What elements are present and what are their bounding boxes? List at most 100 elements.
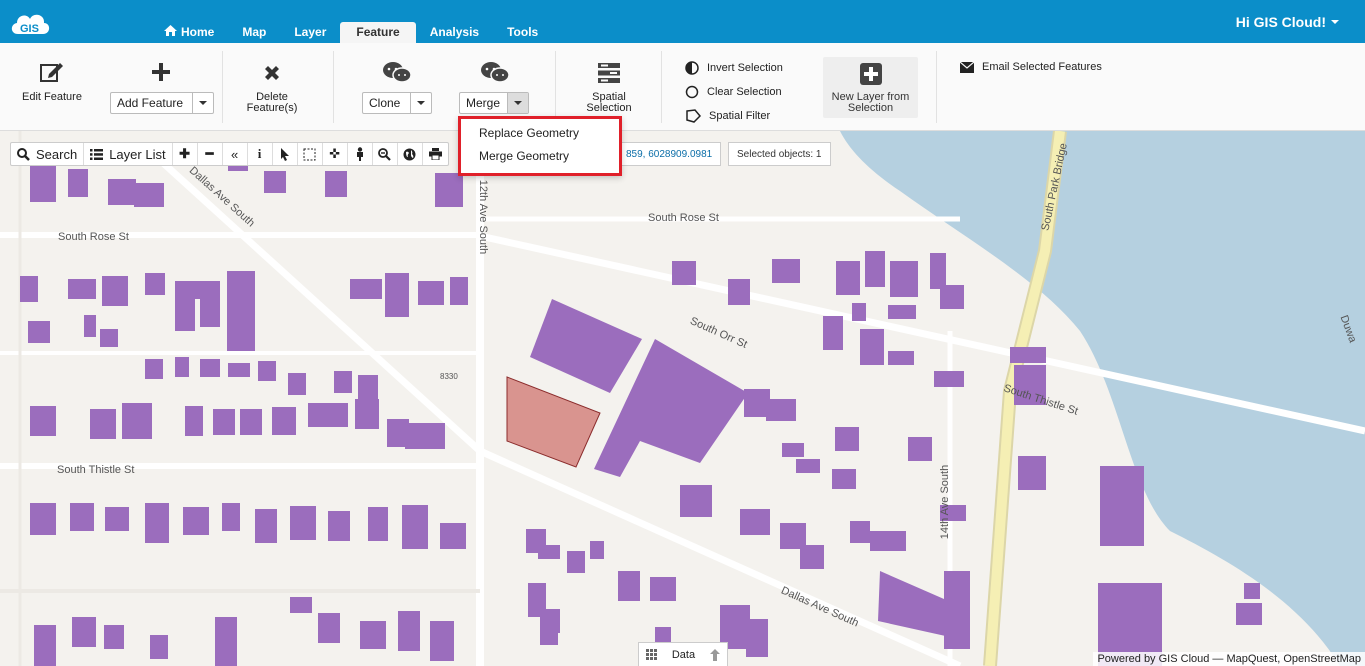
layer-list-button[interactable]: Layer List xyxy=(84,143,173,165)
zoom-to-button[interactable] xyxy=(373,143,398,165)
merge-dropdown-menu: Replace Geometry Merge Geometry xyxy=(458,116,622,176)
list-icon xyxy=(90,148,104,160)
zoom-in-button[interactable]: ✚ xyxy=(173,143,198,165)
coordinates-readout: 859, 6028909.0981 xyxy=(617,142,722,166)
tab-feature[interactable]: Feature xyxy=(340,22,416,43)
edit-feature-button[interactable]: Edit Feature xyxy=(18,61,86,103)
globe-icon xyxy=(403,148,416,160)
divider xyxy=(333,51,334,123)
tab-map[interactable]: Map xyxy=(228,22,280,43)
invert-selection-label: Invert Selection xyxy=(707,62,783,74)
add-feature-dropdown-toggle[interactable] xyxy=(193,93,213,113)
gis-cloud-logo[interactable]: GIS xyxy=(8,6,52,38)
email-selected-label: Email Selected Features xyxy=(982,61,1102,73)
arrow-up-icon xyxy=(709,648,720,661)
search-label: Search xyxy=(36,146,78,162)
delete-features-button[interactable]: Delete Feature(s) xyxy=(236,64,308,114)
clone-dropdown-toggle[interactable] xyxy=(411,93,431,113)
email-selected-features-button[interactable]: Email Selected Features xyxy=(960,61,1102,73)
street-label: South Rose St xyxy=(58,231,129,243)
selected-feature[interactable] xyxy=(506,376,601,468)
divider xyxy=(222,51,223,123)
clone-button[interactable]: Clone xyxy=(363,93,411,113)
invert-selection-button[interactable]: Invert Selection xyxy=(685,61,783,75)
edit-feature-label: Edit Feature xyxy=(22,91,82,103)
spatial-selection-icon xyxy=(598,63,620,83)
divider xyxy=(936,51,937,123)
search-button[interactable]: Search xyxy=(11,143,85,165)
divider xyxy=(661,51,662,123)
main-tabs: Home Map Layer Feature Analysis Tools xyxy=(150,22,552,43)
circle-icon xyxy=(685,85,699,99)
user-menu[interactable]: Hi GIS Cloud! xyxy=(1236,14,1339,30)
envelope-icon xyxy=(960,61,974,73)
chevron-down-icon xyxy=(514,101,522,105)
merge-button[interactable]: Merge xyxy=(460,93,508,113)
merge-split-button[interactable]: Merge xyxy=(459,92,529,114)
data-tab-label: Data xyxy=(671,648,696,661)
clone-split-button[interactable]: Clone xyxy=(362,92,432,114)
zoom-out-button[interactable]: ━ xyxy=(198,143,223,165)
new-layer-from-selection-button[interactable]: New Layer from Selection xyxy=(823,57,918,118)
spatial-selection-button[interactable]: Spatial Selection xyxy=(577,62,641,114)
delete-icon xyxy=(265,66,279,80)
info-button[interactable]: i xyxy=(248,143,273,165)
clone-chat-icon xyxy=(383,62,412,83)
address-label: 8330 xyxy=(440,372,458,381)
person-icon xyxy=(356,147,363,161)
chevron-down-icon xyxy=(1331,20,1339,24)
edit-icon xyxy=(40,63,63,82)
map-canvas[interactable]: South Rose St South Rose St Dallas Ave S… xyxy=(0,131,1365,666)
map-toolbar: Search Layer List ✚ ━ « i ✜ xyxy=(10,142,449,166)
zoom-icon xyxy=(378,147,391,161)
tab-tools[interactable]: Tools xyxy=(493,22,552,43)
pan-button[interactable]: ✜ xyxy=(323,143,348,165)
street-label: 12th Ave South xyxy=(477,179,490,255)
delete-label-2: Feature(s) xyxy=(246,102,298,114)
layer-list-label: Layer List xyxy=(109,146,166,162)
grid-icon xyxy=(646,649,658,660)
print-button[interactable] xyxy=(423,143,448,165)
select-pointer-button[interactable] xyxy=(273,143,298,165)
clear-selection-label: Clear Selection xyxy=(707,86,782,98)
marquee-icon xyxy=(303,148,316,160)
tab-layer[interactable]: Layer xyxy=(280,22,340,43)
add-feature-button[interactable]: Add Feature xyxy=(111,93,193,113)
menu-item-merge-geometry[interactable]: Merge Geometry xyxy=(479,149,569,163)
spatial-filter-label: Spatial Filter xyxy=(709,110,771,122)
plus-icon: ✚ xyxy=(179,146,191,161)
merge-dropdown-toggle[interactable] xyxy=(508,93,528,113)
spatial-filter-button[interactable]: Spatial Filter xyxy=(685,109,770,123)
add-square-icon xyxy=(859,63,882,85)
tab-map-label: Map xyxy=(242,25,267,39)
collapse-toolbar-button[interactable]: « xyxy=(223,143,248,165)
menu-item-replace-geometry[interactable]: Replace Geometry xyxy=(479,126,579,140)
add-feature-split-button[interactable]: Add Feature xyxy=(110,92,214,114)
street-view-button[interactable] xyxy=(348,143,373,165)
svg-text:GIS: GIS xyxy=(20,23,39,35)
invert-icon xyxy=(685,61,699,75)
tab-home[interactable]: Home xyxy=(150,22,228,43)
spatial-selection-label-2: Selection xyxy=(586,102,632,114)
clear-selection-button[interactable]: Clear Selection xyxy=(685,85,782,99)
data-panel-tab[interactable]: Data xyxy=(638,642,728,666)
home-icon xyxy=(164,25,177,39)
polygon-icon xyxy=(686,109,701,123)
plus-icon xyxy=(152,63,170,81)
merge-chat-icon xyxy=(481,62,510,83)
tab-layer-label: Layer xyxy=(294,25,327,39)
divider xyxy=(555,51,556,123)
user-greeting: Hi GIS Cloud! xyxy=(1235,14,1326,30)
tab-analysis[interactable]: Analysis xyxy=(416,22,493,43)
tab-tools-label: Tools xyxy=(507,25,539,39)
tab-feature-label: Feature xyxy=(356,25,400,39)
street-label: South Thistle St xyxy=(57,464,135,476)
move-icon: ✜ xyxy=(329,146,341,161)
street-label: 14th Ave South xyxy=(939,464,952,540)
globe-button[interactable] xyxy=(398,143,423,165)
new-layer-label-2: Selection xyxy=(847,102,894,114)
pointer-icon xyxy=(280,147,289,161)
box-select-button[interactable] xyxy=(298,143,323,165)
info-icon: i xyxy=(257,146,262,161)
chevron-down-icon xyxy=(417,101,425,105)
